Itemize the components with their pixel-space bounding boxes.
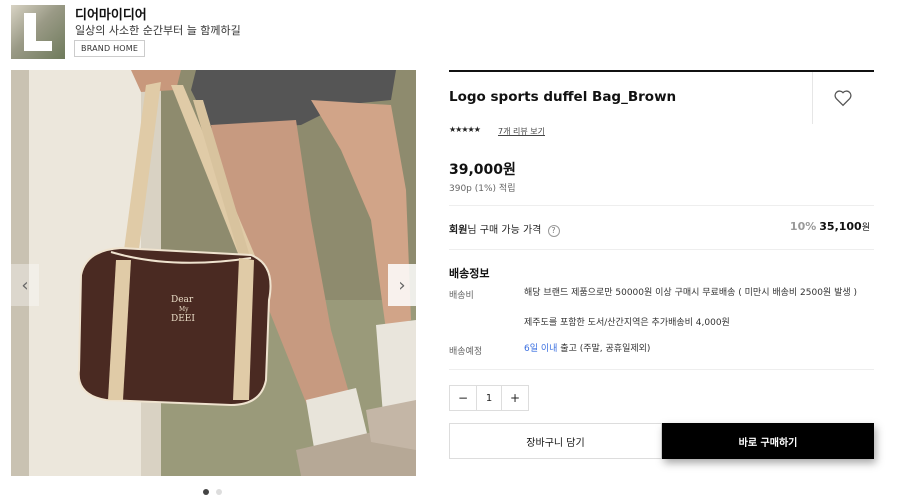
shipping-eta-days: 6일 이내 — [524, 344, 558, 354]
member-label-rest: 님 구매 가능 가격 — [467, 225, 542, 236]
gallery-dot-1[interactable] — [203, 489, 209, 495]
shipping-title: 배송정보 — [449, 267, 490, 280]
shipping-extra-text: 제주도를 포함한 도서/산간지역은 추가배송비 4,000원 — [524, 318, 730, 328]
review-link[interactable]: 7개 리뷰 보기 — [498, 126, 545, 137]
gallery-pagination — [203, 489, 222, 495]
member-discount: 10% — [789, 220, 817, 233]
divider — [449, 205, 874, 206]
gallery-next-button[interactable]: › — [388, 264, 416, 306]
help-icon[interactable]: ? — [547, 225, 560, 237]
shipping-fee-label: 배송비 — [449, 291, 474, 301]
brand-tagline: 일상의 사소한 순간부터 늘 함께하길 — [75, 24, 241, 37]
shipping-fee-text: 해당 브랜드 제품으로만 50000원 이상 구매시 무료배송 ( 미만시 배송… — [524, 288, 858, 298]
gallery-dot-2[interactable] — [216, 489, 222, 495]
divider — [449, 369, 874, 370]
add-to-cart-button[interactable]: 장바구니 담기 — [449, 423, 662, 459]
svg-text:My: My — [179, 306, 189, 313]
chevron-down-icon[interactable]: ⌄ — [862, 220, 870, 231]
member-amount: 35,100 — [819, 220, 862, 233]
wish-divider — [812, 72, 813, 124]
product-photo-illustration: Dear My DEEI — [11, 70, 416, 476]
brand-home-button[interactable]: BRAND HOME — [74, 40, 146, 57]
quantity-minus-button[interactable]: − — [450, 386, 476, 410]
product-image: Dear My DEEI — [11, 70, 416, 476]
shipping-eta-rest: 출고 (주말, 공휴일제외) — [557, 344, 651, 354]
svg-text:DEEI: DEEI — [171, 314, 195, 324]
heart-icon — [834, 90, 852, 107]
quantity-input[interactable]: 1 — [476, 386, 502, 410]
bag-print-text: Dear — [171, 295, 194, 305]
shipping-eta-label: 배송예정 — [449, 347, 483, 357]
brand-name[interactable]: 디어마이디어 — [75, 4, 147, 23]
top-divider — [449, 70, 874, 72]
chevron-right-icon: › — [398, 274, 406, 296]
chevron-left-icon: ‹ — [21, 274, 29, 296]
product-title: Logo sports duffel Bag_Brown — [449, 89, 677, 105]
reward-points: 390p (1%) 적립 — [449, 184, 516, 194]
brand-logo[interactable] — [11, 5, 65, 59]
member-label-strong: 회원 — [449, 225, 468, 236]
shipping-eta: 6일 이내 출고 (주말, 공휴일제외) — [524, 343, 874, 356]
buy-now-button[interactable]: 바로 구매하기 — [662, 423, 874, 459]
divider — [449, 249, 874, 250]
quantity-stepper: − 1 + — [449, 385, 529, 411]
wishlist-button[interactable] — [832, 87, 854, 109]
quantity-plus-button[interactable]: + — [502, 386, 528, 410]
gallery-prev-button[interactable]: ‹ — [11, 264, 39, 306]
member-price-label[interactable]: 회원님 구매 가능 가격 ? — [449, 221, 560, 237]
rating-stars: ★★★★★ — [449, 125, 481, 134]
member-price[interactable]: 10% 35,100원 — [790, 220, 870, 233]
product-price: 39,000원 — [449, 162, 516, 178]
brand-logo-l-foot — [24, 41, 52, 51]
